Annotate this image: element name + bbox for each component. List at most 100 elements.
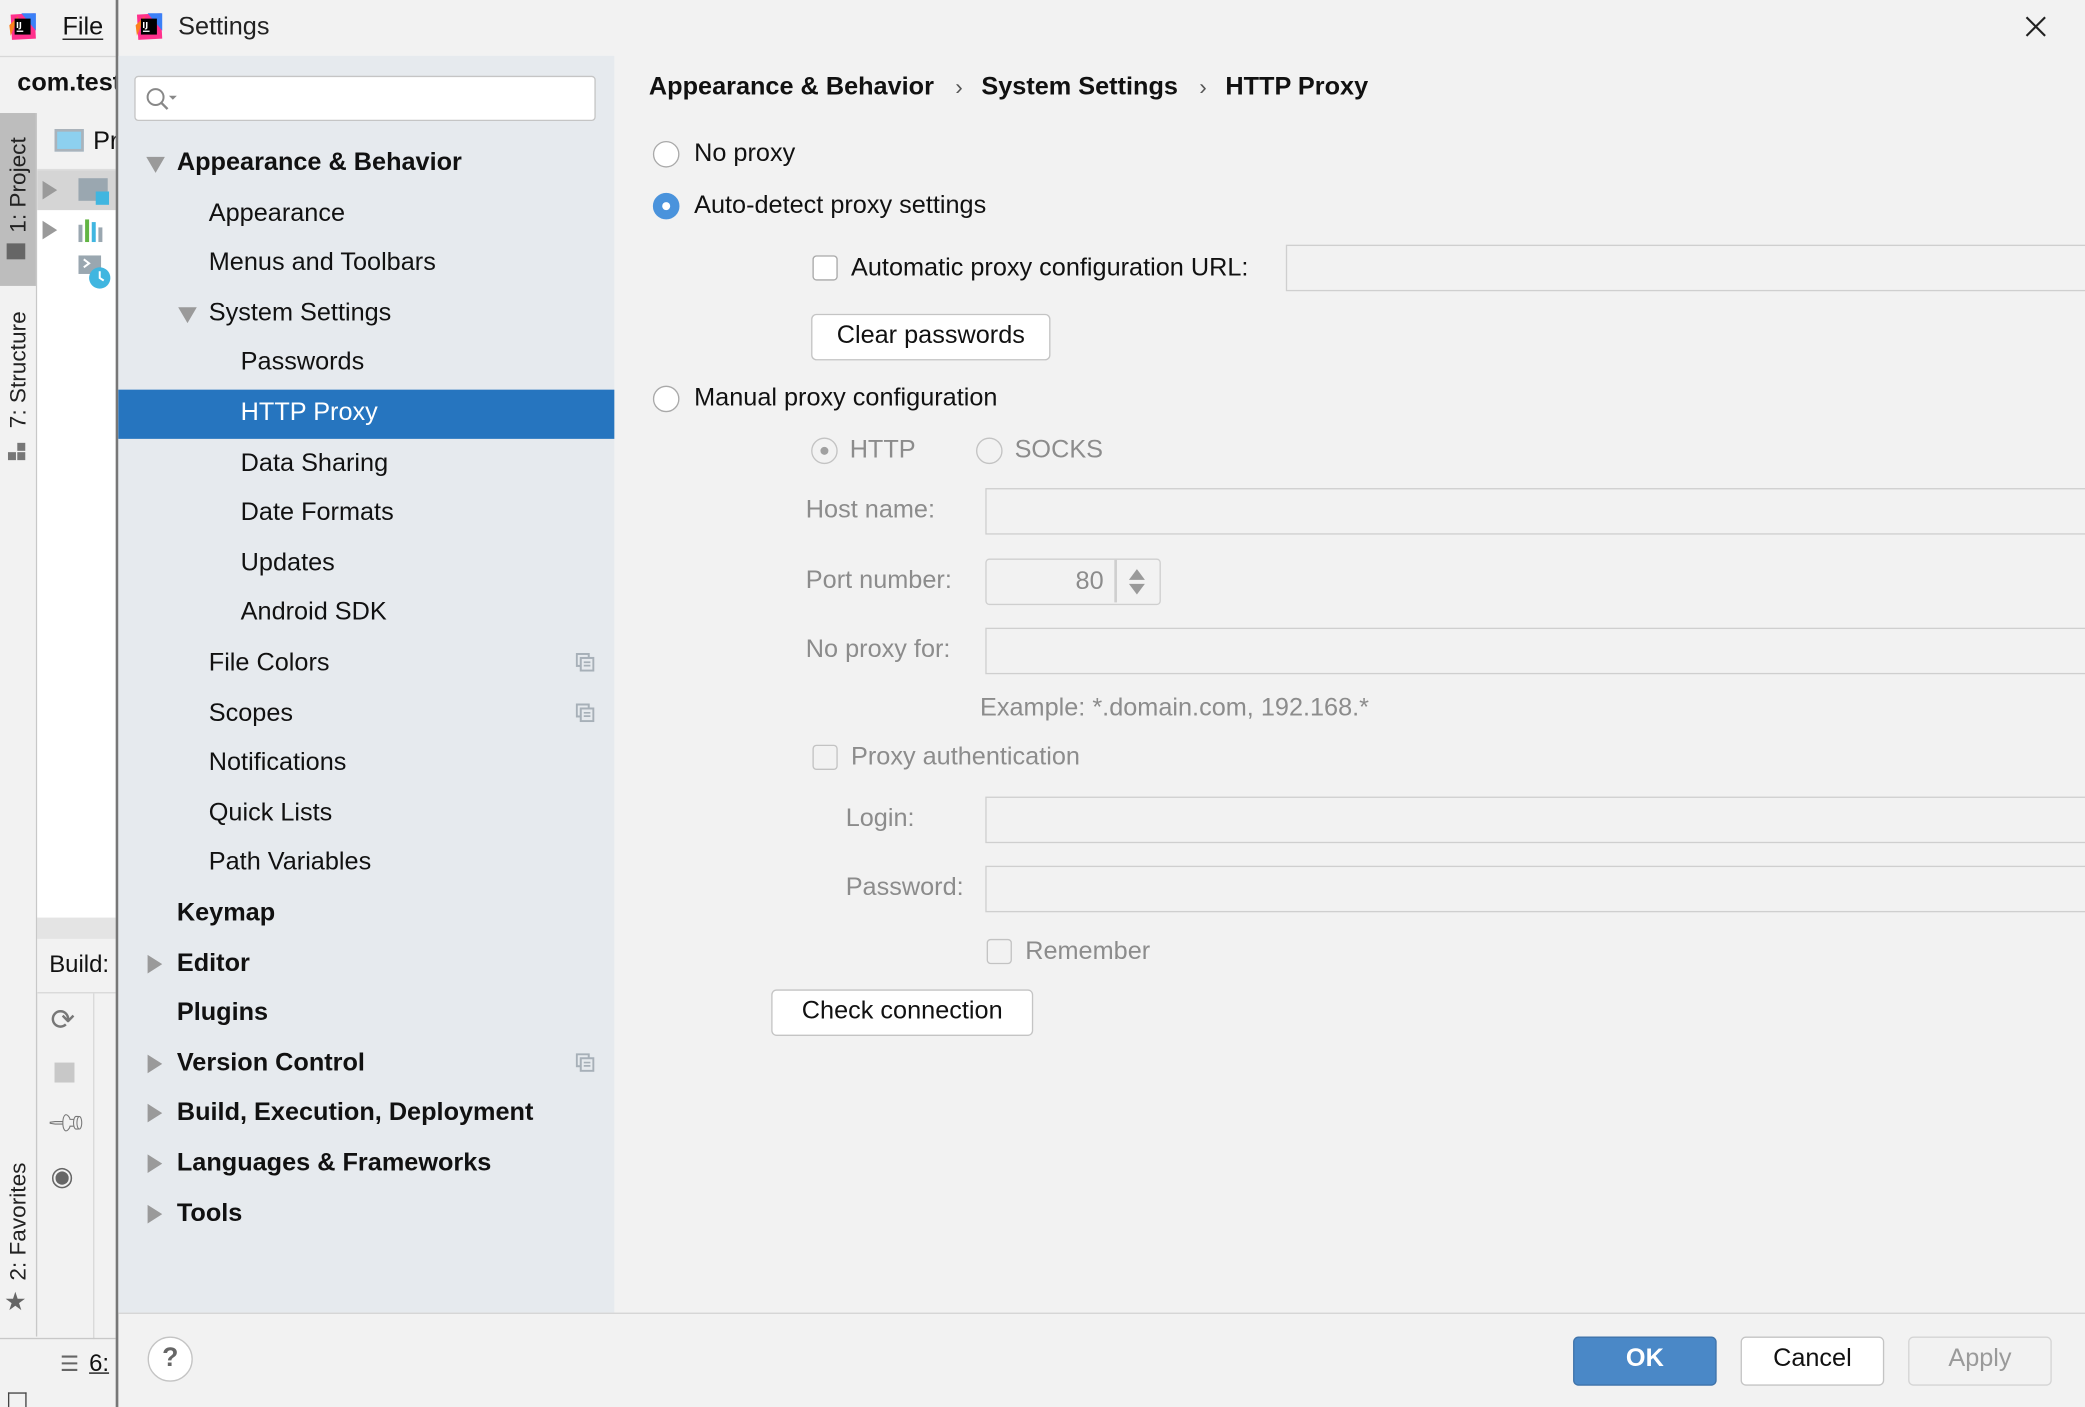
tree-item-quick-lists[interactable]: Quick Lists bbox=[118, 790, 614, 839]
auto-detect-radio[interactable] bbox=[652, 192, 680, 220]
tree-item-date-formats[interactable]: Date Formats bbox=[118, 490, 614, 539]
tool-window-favorites-tab[interactable]: 2: Favorites ★ bbox=[0, 1144, 36, 1330]
menu-file[interactable]: File bbox=[62, 13, 103, 42]
remember-checkbox[interactable] bbox=[986, 938, 1012, 965]
spinner-down-icon[interactable] bbox=[1128, 583, 1145, 595]
project-tree-row-selected[interactable] bbox=[37, 170, 118, 211]
chevron-down-icon[interactable] bbox=[178, 306, 197, 323]
tree-item-path-variables[interactable]: Path Variables bbox=[118, 840, 614, 889]
todo-list-icon: ☰ bbox=[59, 1353, 79, 1377]
project-tree-row-scratches[interactable] bbox=[37, 250, 117, 290]
tree-item-updates[interactable]: Updates bbox=[118, 540, 614, 589]
breadcrumb: Appearance & Behavior › System Settings › HT… bbox=[649, 73, 1368, 102]
stop-icon[interactable] bbox=[54, 1062, 75, 1083]
project-tree-row-libraries[interactable] bbox=[37, 210, 117, 250]
tree-item-file-colors[interactable]: File Colors bbox=[118, 640, 614, 689]
chevron-right-icon[interactable] bbox=[147, 1104, 163, 1123]
spinner-up-icon[interactable] bbox=[1128, 569, 1145, 580]
auto-config-url-label[interactable]: Automatic proxy configuration URL: bbox=[851, 254, 1248, 283]
tree-item-plugins[interactable]: Plugins bbox=[118, 990, 614, 1039]
tree-item-system-settings[interactable]: System Settings bbox=[118, 290, 614, 339]
no-proxy-for-field[interactable] bbox=[985, 627, 2085, 675]
chevron-down-icon[interactable] bbox=[146, 156, 165, 173]
tree-item-menus-and-toolbars[interactable]: Menus and Toolbars bbox=[118, 240, 614, 289]
tree-item-http-proxy[interactable]: HTTP Proxy bbox=[118, 389, 615, 439]
tree-item-label: Tools bbox=[176, 1199, 243, 1227]
tree-item-notifications[interactable]: Notifications bbox=[118, 740, 614, 789]
login-field[interactable] bbox=[985, 796, 2085, 844]
check-connection-button[interactable]: Check connection bbox=[771, 989, 1034, 1036]
svg-text:IJ: IJ bbox=[142, 21, 148, 30]
breadcrumb-separator-icon: › bbox=[955, 74, 963, 100]
build-tab-label[interactable]: Build: bbox=[49, 951, 109, 979]
tree-item-languages-frameworks[interactable]: Languages & Frameworks bbox=[118, 1140, 614, 1189]
tree-item-label: Appearance & Behavior bbox=[176, 148, 462, 177]
help-button[interactable]: ? bbox=[147, 1336, 193, 1382]
build-panel-header: Build: bbox=[37, 938, 118, 994]
port-number-spinner[interactable]: 80 bbox=[985, 558, 1161, 606]
folder-icon bbox=[6, 243, 26, 260]
host-name-field[interactable] bbox=[985, 488, 2085, 535]
project-header-label[interactable]: Pr bbox=[93, 128, 118, 157]
chevron-right-icon[interactable] bbox=[147, 1154, 163, 1173]
password-field[interactable] bbox=[985, 865, 2085, 913]
layout-toggle-icon[interactable] bbox=[7, 1392, 27, 1407]
no-proxy-label[interactable]: No proxy bbox=[694, 140, 795, 169]
tree-item-editor[interactable]: Editor bbox=[118, 940, 614, 989]
clear-passwords-button[interactable]: Clear passwords bbox=[811, 313, 1051, 361]
project-breadcrumb[interactable]: com.test bbox=[17, 69, 121, 98]
chevron-right-icon[interactable] bbox=[147, 954, 163, 973]
tree-item-android-sdk[interactable]: Android SDK bbox=[118, 590, 614, 639]
tree-item-tools[interactable]: Tools bbox=[118, 1190, 614, 1239]
tree-item-scopes[interactable]: Scopes bbox=[118, 690, 614, 739]
tree-item-label: File Colors bbox=[208, 648, 330, 677]
http-type-label[interactable]: HTTP bbox=[850, 436, 916, 465]
proxy-authentication-label[interactable]: Proxy authentication bbox=[851, 743, 1080, 772]
manual-proxy-label[interactable]: Manual proxy configuration bbox=[694, 384, 997, 413]
manual-proxy-radio[interactable] bbox=[652, 385, 680, 413]
ok-button[interactable]: OK bbox=[1573, 1336, 1717, 1386]
pin-icon[interactable]: 📌︎ bbox=[44, 1099, 91, 1146]
external-libraries-icon bbox=[78, 219, 103, 243]
chevron-right-icon[interactable] bbox=[147, 1204, 163, 1223]
eye-icon[interactable]: ◉ bbox=[51, 1160, 74, 1193]
ide-status-area: ☰ 6: bbox=[0, 1337, 118, 1407]
tree-item-appearance[interactable]: Appearance bbox=[118, 190, 614, 239]
socks-type-radio[interactable] bbox=[976, 437, 1003, 465]
tree-item-keymap[interactable]: Keymap bbox=[118, 890, 614, 939]
close-icon[interactable] bbox=[2020, 11, 2052, 43]
apply-button[interactable]: Apply bbox=[1908, 1336, 2052, 1386]
expand-arrow-icon[interactable] bbox=[42, 180, 58, 200]
panel-splitter[interactable] bbox=[37, 917, 118, 939]
todo-tab-label[interactable]: 6: bbox=[89, 1350, 109, 1378]
scratches-icon bbox=[78, 255, 111, 289]
tool-window-project-tab[interactable]: 1: Project bbox=[0, 113, 36, 286]
proxy-authentication-checkbox[interactable] bbox=[812, 744, 838, 770]
project-panel-header: Pr bbox=[37, 113, 118, 171]
intellij-logo-icon: IJ bbox=[9, 13, 36, 40]
project-view-icon bbox=[54, 128, 84, 152]
no-proxy-radio[interactable] bbox=[652, 140, 680, 168]
tree-item-label: Path Variables bbox=[208, 848, 372, 877]
settings-search-input[interactable] bbox=[134, 75, 596, 122]
rerun-icon[interactable]: ⟳ bbox=[51, 1003, 76, 1038]
auto-detect-label[interactable]: Auto-detect proxy settings bbox=[694, 192, 986, 221]
tree-item-version-control[interactable]: Version Control bbox=[118, 1040, 614, 1089]
tree-item-passwords[interactable]: Passwords bbox=[118, 340, 614, 389]
tree-item-label: Keymap bbox=[176, 898, 276, 927]
login-label: Login: bbox=[845, 804, 915, 833]
tool-window-structure-tab[interactable]: 7: Structure bbox=[0, 306, 36, 466]
tree-item-build-execution-deployment[interactable]: Build, Execution, Deployment bbox=[118, 1090, 614, 1139]
auto-config-url-field[interactable] bbox=[1285, 244, 2085, 292]
socks-type-label[interactable]: SOCKS bbox=[1015, 436, 1103, 465]
search-text-field[interactable] bbox=[183, 79, 588, 118]
http-type-radio[interactable] bbox=[811, 437, 838, 465]
auto-config-url-checkbox[interactable] bbox=[812, 255, 838, 281]
cancel-button[interactable]: Cancel bbox=[1740, 1336, 1885, 1386]
remember-label[interactable]: Remember bbox=[1025, 938, 1150, 967]
chevron-right-icon[interactable] bbox=[147, 1054, 163, 1073]
expand-arrow-icon[interactable] bbox=[42, 220, 58, 240]
tree-item-appearance-behavior[interactable]: Appearance & Behavior bbox=[118, 140, 614, 189]
tree-item-data-sharing[interactable]: Data Sharing bbox=[118, 440, 614, 489]
breadcrumb-separator-icon: › bbox=[1199, 74, 1207, 100]
